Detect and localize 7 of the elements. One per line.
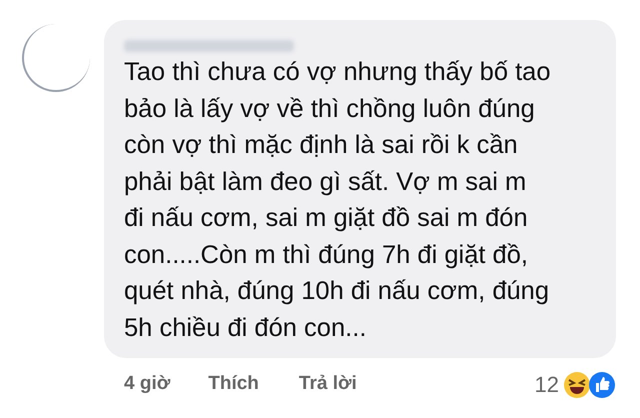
like-icon (588, 370, 616, 398)
reaction-count: 12 (534, 371, 559, 399)
laughing-emoji-icon (563, 370, 591, 398)
timestamp: 4 giờ (124, 372, 170, 396)
action-link[interactable]: Thích (208, 370, 259, 399)
action-link[interactable]: Trả lời (298, 370, 357, 399)
comment-text: Tao thì chưa có vợ nhưng thấy bố tao bảo là lấy vợ về thì chồng luôn đúng còn vợ thì mặc định là sai rồi k cần phải bật làm đeo gì sất. Vợ m sai m đi nấu cơm, sai m giặt đồ sai m đón con.....Còn m thì đúng 7h đi giặt đồ, quét nhà, đúng 10h đi nấu cơm, đúng 5h chiều đi đón con... (124, 57, 552, 344)
